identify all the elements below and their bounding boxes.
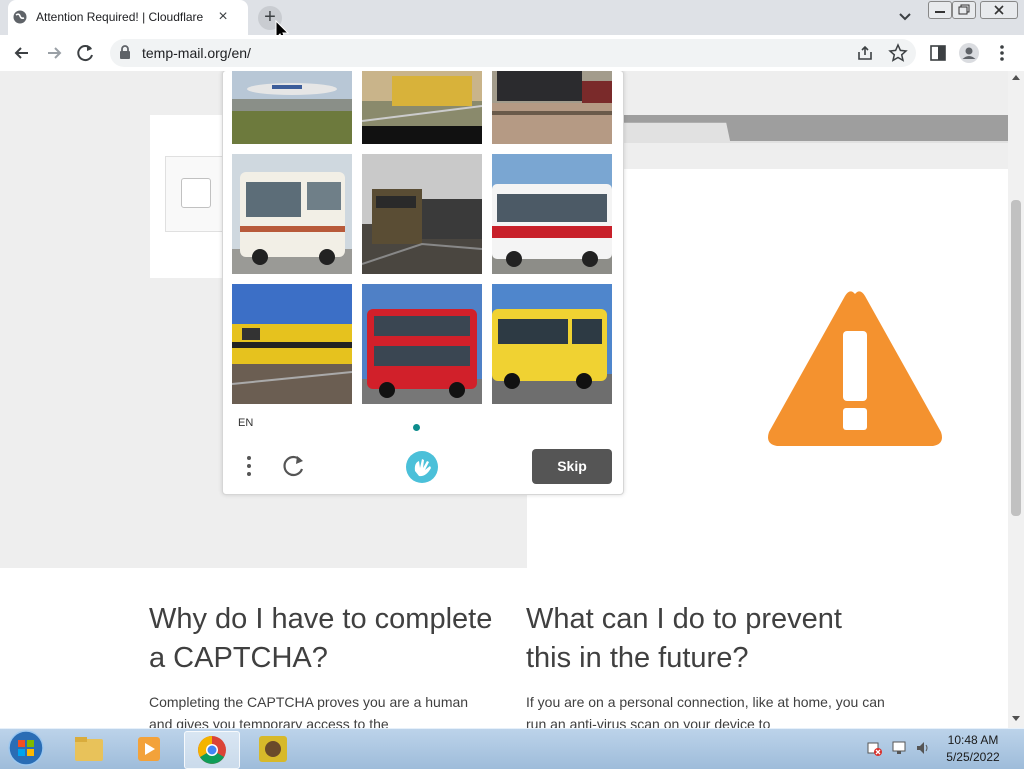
media-player-icon: [138, 737, 160, 761]
network-icon[interactable]: [891, 740, 907, 756]
bus-image: [232, 154, 352, 274]
share-icon[interactable]: [856, 44, 874, 62]
skip-button[interactable]: Skip: [532, 449, 612, 484]
what-heading: What can I do to prevent this in the fut…: [526, 603, 842, 674]
app-icon: [259, 736, 287, 762]
side-panel-icon[interactable]: [928, 43, 948, 63]
tab-title: Attention Required! | Cloudflare: [36, 10, 204, 24]
bus-image: [492, 154, 612, 274]
action-center-icon[interactable]: [866, 740, 882, 756]
clock-time[interactable]: 10:48 AM: [940, 733, 1006, 747]
why-heading: Why do I have to complete a CAPTCHA?: [149, 603, 493, 674]
captcha-tile-6[interactable]: [492, 154, 612, 274]
forward-icon[interactable]: [40, 39, 68, 67]
close-tab-icon[interactable]: ×: [214, 8, 232, 26]
captcha-tile-4[interactable]: [232, 154, 352, 274]
scroll-down-icon[interactable]: [1011, 712, 1021, 724]
taskbar-explorer[interactable]: [62, 731, 116, 767]
captcha-checkbox[interactable]: [181, 178, 211, 208]
airplane-image: [232, 71, 352, 144]
captcha-tile-1[interactable]: [232, 71, 352, 144]
captcha-tile-5[interactable]: [362, 154, 482, 274]
double-decker-bus-image: [362, 284, 482, 404]
profile-icon[interactable]: [958, 42, 980, 64]
url-text[interactable]: temp-mail.org/en/: [142, 45, 251, 61]
captcha-tile-8[interactable]: [362, 284, 482, 404]
language-selector[interactable]: EN: [238, 417, 253, 429]
taskbar-media-player[interactable]: [122, 731, 176, 767]
train-image: [362, 154, 482, 274]
taskbar-chrome[interactable]: [184, 731, 240, 769]
refresh-icon[interactable]: [281, 453, 307, 479]
clock-date[interactable]: 5/25/2022: [940, 750, 1006, 764]
start-button-icon[interactable]: [6, 729, 46, 767]
chrome-icon: [198, 736, 226, 764]
why-paragraph: Completing the CAPTCHA proves you are a …: [149, 694, 469, 728]
yellow-bus-image: [492, 284, 612, 404]
folder-icon: [75, 737, 103, 761]
lock-icon[interactable]: [118, 44, 132, 60]
star-icon[interactable]: [888, 43, 908, 63]
back-icon[interactable]: [8, 39, 36, 67]
what-paragraph: If you are on a personal connection, lik…: [526, 694, 885, 728]
volume-icon[interactable]: [915, 740, 931, 756]
minimize-icon: [935, 11, 945, 13]
close-window-button[interactable]: [980, 1, 1018, 19]
reload-icon[interactable]: [72, 39, 100, 67]
captcha-tile-9[interactable]: [492, 284, 612, 404]
close-icon: [994, 5, 1004, 15]
taskbar-app[interactable]: [246, 731, 300, 767]
train-image: [232, 284, 352, 404]
pagination-dot: [413, 424, 420, 431]
restore-button[interactable]: [952, 1, 976, 19]
steam-locomotive-image: [492, 71, 612, 144]
scrollbar-thumb[interactable]: [1011, 200, 1021, 516]
captcha-tile-2[interactable]: [362, 71, 482, 144]
captcha-tile-7[interactable]: [232, 284, 352, 404]
captcha-tile-3[interactable]: [492, 71, 612, 144]
train-image: [362, 71, 482, 144]
tab-search-icon[interactable]: [895, 8, 915, 26]
page-content: EN Skip Why do I have to complete a CAPT…: [0, 71, 1008, 728]
globe-icon: [13, 10, 27, 24]
more-options-icon[interactable]: [240, 453, 258, 479]
warning-icon: [768, 291, 942, 446]
scroll-up-icon[interactable]: [1011, 72, 1021, 84]
minimize-button[interactable]: [928, 1, 952, 19]
hcaptcha-logo-icon: [406, 451, 438, 483]
menu-icon[interactable]: [994, 42, 1010, 64]
restore-icon: [958, 4, 970, 15]
